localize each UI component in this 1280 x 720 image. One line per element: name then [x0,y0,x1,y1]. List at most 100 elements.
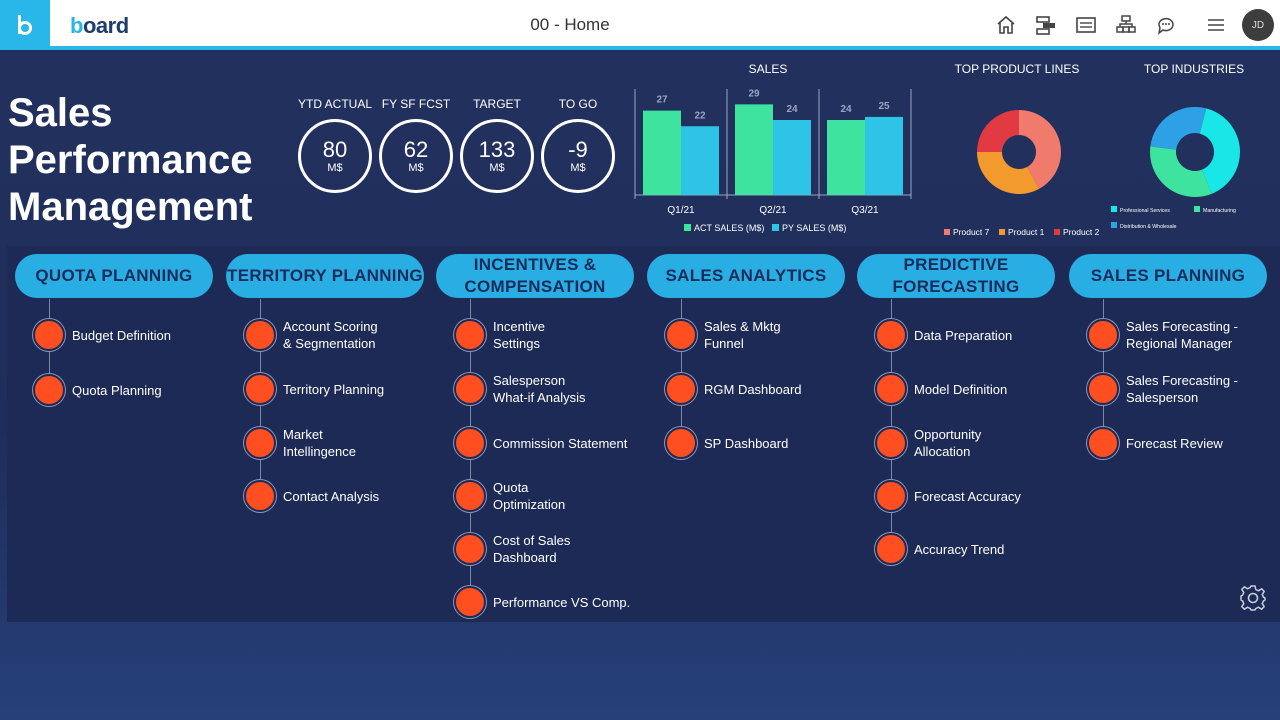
settings-gear-icon[interactable] [1239,584,1267,612]
process-node[interactable] [33,374,65,406]
process-node[interactable] [244,480,276,512]
hierarchy-icon[interactable] [1035,14,1057,36]
process-link[interactable]: SP Dashboard [704,435,788,452]
kpi-unit: M$ [327,162,343,174]
product-lines-donut-chart[interactable]: Product 7 Product 1 Product 2 [935,95,1105,245]
process-link[interactable]: Data Preparation [914,327,1012,344]
sales-bar[interactable] [865,116,903,195]
process-link-line: Quota [493,480,529,495]
donut-slice[interactable] [977,152,1040,194]
process-link-line: Forecast Accuracy [914,488,1021,504]
process-node[interactable] [875,427,907,459]
chat-icon[interactable] [1155,14,1177,36]
process-node[interactable] [244,427,276,459]
process-node[interactable] [1087,373,1119,405]
process-link[interactable]: Accuracy Trend [914,541,1004,558]
sales-bar-chart[interactable]: 27 22 Q1/21 29 24 Q2/21 24 25 Q3/21 ACT SALES (M$… [630,85,920,240]
process-link[interactable]: Market Intellingence [283,426,356,460]
process-link[interactable]: Territory Planning [283,381,384,398]
app-launcher-button[interactable] [0,0,50,50]
column-header[interactable]: SALES PLANNING [1069,254,1267,298]
kpi-fy-sf-fcst[interactable]: FY SF FCST 62 M$ [376,97,456,193]
process-node[interactable] [665,427,697,459]
process-link[interactable]: RGM Dashboard [704,381,802,398]
process-link[interactable]: Forecast Accuracy [914,488,1021,505]
legend-label: ACT SALES (M$) [694,223,764,233]
process-link[interactable]: Contact Analysis [283,488,379,505]
kpi-unit: M$ [489,162,505,174]
legend-label: Product 2 [1063,227,1100,237]
kpi-circle: 62 M$ [379,119,453,193]
column-header[interactable]: QUOTA PLANNING [15,254,213,298]
sales-bar[interactable] [681,126,719,195]
process-link-line: Incentive [493,319,546,334]
legend-swatch [684,224,691,231]
process-link[interactable]: Opportunity Allocation [914,426,981,460]
main-title-line: Sales [8,91,113,135]
kpi-to-go[interactable]: TO GO -9 M$ [538,97,618,193]
process-link[interactable]: Sales Forecasting - Salesperson [1126,372,1238,406]
process-node[interactable] [454,480,486,512]
column-header[interactable]: SALES ANALYTICS [647,254,845,298]
kpi-target[interactable]: TARGET 133 M$ [457,97,537,193]
process-link[interactable]: Sales Forecasting - Regional Manager [1126,318,1238,352]
kpi-value: -9 [568,137,588,162]
process-link[interactable]: Incentive Settings [493,318,545,352]
process-node[interactable] [454,373,486,405]
industries-donut-chart[interactable]: Professional Services Manufacturing Distri… [1105,95,1280,235]
process-node[interactable] [244,319,276,351]
sales-bar[interactable] [643,110,681,195]
sales-bar[interactable] [827,120,865,195]
process-link[interactable]: Model Definition [914,381,1007,398]
process-node[interactable] [1087,427,1119,459]
column-header[interactable]: PREDICTIVE FORECASTING [857,254,1055,298]
process-link-line: Allocation [914,444,971,459]
process-node[interactable] [454,533,486,565]
process-link[interactable]: Commission Statement [493,435,627,452]
process-link-line: SP Dashboard [704,435,789,451]
process-link[interactable]: Cost of Sales Dashboard [493,532,570,566]
kpi-ytd-actual[interactable]: YTD ACTUAL 80 M$ [295,97,375,193]
menu-icon[interactable] [1205,14,1227,36]
process-node[interactable] [875,480,907,512]
column-header[interactable]: INCENTIVES & COMPENSATION [436,254,634,298]
process-node[interactable] [33,319,65,351]
process-link[interactable]: Sales & Mktg Funnel [704,318,781,352]
sales-bar[interactable] [735,104,773,195]
process-node[interactable] [875,533,907,565]
process-node[interactable] [665,373,697,405]
column-header[interactable]: TERRITORY PLANNING [226,254,424,298]
bar-data-label: 24 [786,104,798,115]
home-icon[interactable] [995,14,1017,36]
process-node[interactable] [1087,319,1119,351]
legend-label: Product 1 [1008,227,1045,237]
process-node[interactable] [875,373,907,405]
process-link-line: Forecast Review [1126,435,1223,451]
legend-label: Product 7 [953,227,990,237]
process-link[interactable]: Budget Definition [72,327,171,344]
main-title-line: Performance [8,138,253,182]
bar-data-label: 24 [840,104,852,115]
process-link[interactable]: Salesperson What-if Analysis [493,372,585,406]
process-node[interactable] [665,319,697,351]
process-node[interactable] [454,319,486,351]
donut-slice[interactable] [1150,107,1207,150]
process-node[interactable] [454,586,486,618]
board-logo[interactable]: board [70,13,129,39]
org-chart-icon[interactable] [1115,14,1137,36]
kpi-label: YTD ACTUAL [297,97,372,111]
process-link[interactable]: Account Scoring & Segmentation [283,318,378,352]
process-node[interactable] [875,319,907,351]
process-link[interactable]: Forecast Review [1126,435,1223,452]
user-avatar[interactable]: JD [1242,9,1274,41]
process-link[interactable]: Quota Planning [72,382,162,399]
donut-slice[interactable] [1150,146,1212,197]
process-link[interactable]: Quota Optimization [493,479,565,513]
process-node[interactable] [454,427,486,459]
process-link[interactable]: Performance VS Comp. [493,594,630,611]
screen-icon[interactable] [1075,14,1097,36]
sales-bar[interactable] [773,120,811,195]
donut-slice[interactable] [977,110,1019,152]
product-lines-chart-title: TOP PRODUCT LINES [954,62,1080,76]
process-node[interactable] [244,373,276,405]
